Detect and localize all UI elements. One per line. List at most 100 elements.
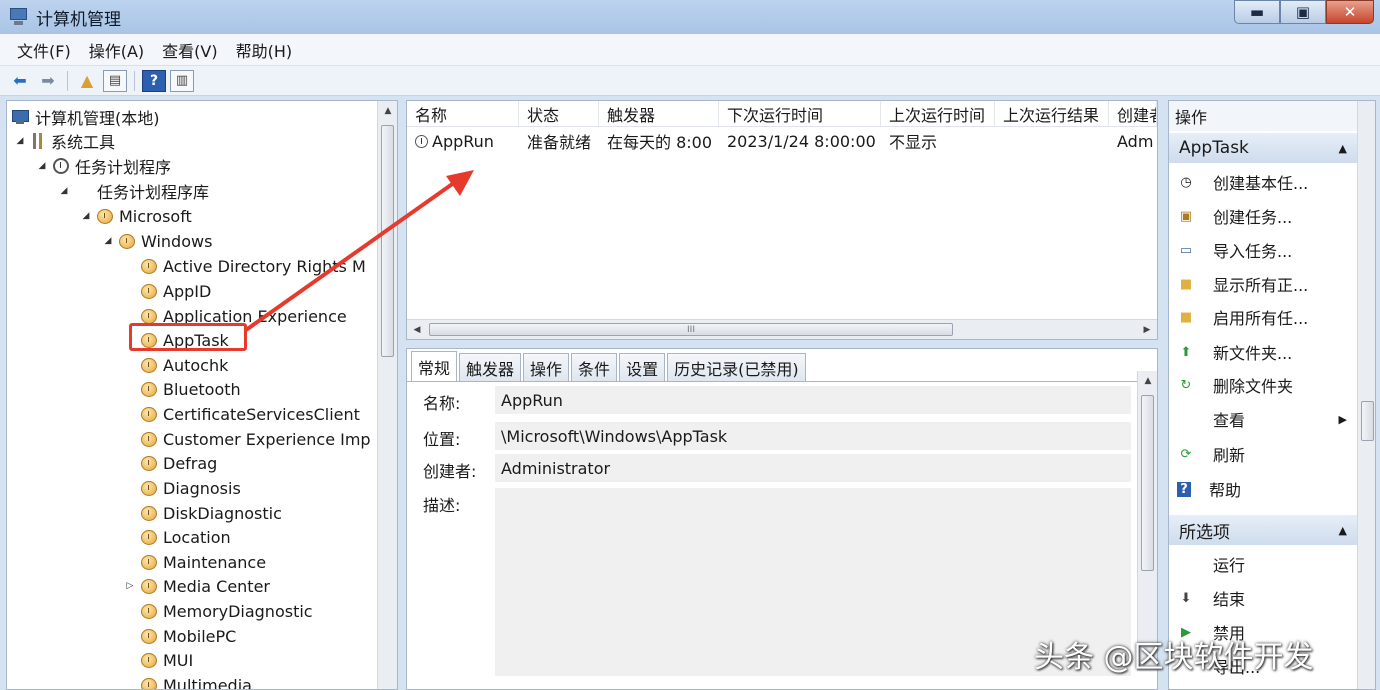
library-icon [75, 183, 91, 199]
tree-item-appid[interactable]: AppID [125, 279, 211, 303]
main-area: 计算机管理(本地) ◢ 系统工具 ◢ 任务计划程序 ◢ 任务计划程序库 ◢ Mi… [0, 96, 1380, 690]
scroll-right-icon[interactable]: ▶ [1137, 320, 1157, 340]
up-folder-icon[interactable]: ▲ [75, 70, 99, 92]
tab-triggers[interactable]: 触发器 [459, 353, 522, 381]
tree-item-task-scheduler[interactable]: ◢ 任务计划程序 [37, 154, 171, 178]
collapse-caret-icon[interactable]: ▲ [1339, 142, 1347, 155]
name-field[interactable]: AppRun [495, 386, 1131, 414]
tab-actions[interactable]: 操作 [523, 353, 570, 381]
column-header-last-run[interactable]: 上次运行时间 [881, 101, 995, 126]
tree-item-label: Multimedia [163, 675, 252, 690]
task-clock-icon [415, 134, 428, 148]
tree-item-mui[interactable]: MUI [125, 648, 193, 672]
task-folder-icon [141, 283, 157, 299]
column-header-next-run[interactable]: 下次运行时间 [719, 101, 881, 126]
tree-item-microsoft[interactable]: ◢ Microsoft [81, 204, 192, 228]
actions-section-selected[interactable]: 所选项 ▲ [1169, 515, 1357, 545]
tab-settings[interactable]: 设置 [619, 353, 666, 381]
expand-twisty-icon[interactable]: ◢ [15, 136, 25, 146]
tree-item-memory-diagnostic[interactable]: MemoryDiagnostic [125, 599, 313, 623]
actions-scrollbar[interactable] [1357, 101, 1375, 689]
actions-section-apptask[interactable]: AppTask ▲ [1169, 133, 1357, 163]
action-new-folder[interactable]: ⬆ 新文件夹... [1169, 337, 1357, 367]
column-header-trigger[interactable]: 触发器 [599, 101, 719, 126]
task-folder-icon [141, 628, 157, 644]
tree-item-computer-management[interactable]: 计算机管理(本地) [11, 105, 160, 129]
properties-icon[interactable]: ▥ [170, 69, 194, 92]
action-enable-all[interactable]: ■ 启用所有任... [1169, 302, 1357, 332]
tree-item-autochk[interactable]: Autochk [125, 353, 228, 377]
tree-item-label: MobilePC [163, 626, 237, 646]
menu-view[interactable]: 查看(V) [153, 38, 226, 62]
scroll-thumb[interactable]: III [429, 323, 953, 336]
maximize-button[interactable]: ▣ [1280, 0, 1326, 24]
tree-item-active-directory[interactable]: Active Directory Rights M [125, 254, 366, 278]
back-arrow-icon[interactable]: ⬅ [8, 70, 32, 92]
tree-item-customer-experience[interactable]: Customer Experience Imp [125, 427, 371, 451]
tree-item-windows[interactable]: ◢ Windows [103, 229, 213, 253]
action-create-basic-task[interactable]: ◷ 创建基本任... [1169, 167, 1357, 197]
collapse-caret-icon[interactable]: ▲ [1339, 524, 1347, 537]
scroll-up-icon[interactable]: ▲ [1138, 371, 1158, 391]
collapsed-twisty-icon[interactable]: ▷ [125, 581, 135, 591]
tree-item-location[interactable]: Location [125, 525, 231, 549]
minimize-button[interactable]: ▬ [1234, 0, 1280, 24]
column-header-name[interactable]: 名称 [407, 101, 519, 126]
location-field[interactable]: \Microsoft\Windows\AppTask [495, 422, 1131, 450]
tree-item-disk-diagnostic[interactable]: DiskDiagnostic [125, 501, 282, 525]
description-label: 描述: [423, 496, 461, 515]
actions-title: 操作 [1169, 101, 1375, 131]
tab-history[interactable]: 历史记录(已禁用) [667, 353, 806, 381]
tree-item-maintenance[interactable]: Maintenance [125, 550, 266, 574]
stop-icon: ⬇ [1180, 590, 1192, 606]
tree-item-multimedia[interactable]: Multimedia [125, 673, 252, 690]
action-show-running[interactable]: ■ 显示所有正... [1169, 269, 1357, 299]
scroll-thumb[interactable] [381, 125, 394, 357]
expand-twisty-icon[interactable]: ◢ [37, 161, 47, 171]
scroll-thumb[interactable] [1141, 395, 1154, 571]
tree-item-system-tools[interactable]: ◢ 系统工具 [15, 129, 115, 153]
expand-twisty-icon[interactable]: ◢ [103, 236, 113, 246]
close-button[interactable]: ✕ [1326, 0, 1374, 24]
scroll-up-icon[interactable]: ▲ [378, 101, 397, 121]
tab-conditions[interactable]: 条件 [571, 353, 618, 381]
tab-general[interactable]: 常规 [411, 351, 458, 381]
column-header-author[interactable]: 创建者 [1109, 101, 1157, 126]
watermark: 头条 @区块软件开发 [1034, 640, 1314, 675]
show-hide-tree-icon[interactable]: ▤ [103, 69, 127, 92]
author-field[interactable]: Administrator [495, 454, 1131, 482]
tree-item-media-center[interactable]: ▷ Media Center [125, 574, 270, 598]
cell-name-text: AppRun [432, 131, 494, 151]
scroll-left-icon[interactable]: ◀ [407, 320, 427, 340]
task-list-hscrollbar[interactable]: ◀ III ▶ [407, 319, 1157, 339]
help-icon[interactable]: ? [142, 69, 166, 92]
action-refresh[interactable]: ⟳ 刷新 [1169, 439, 1357, 469]
action-delete-folder[interactable]: ↻ 删除文件夹 [1169, 370, 1357, 400]
tree-item-certificate-services[interactable]: CertificateServicesClient [125, 402, 360, 426]
table-row[interactable]: AppRun 准备就绪 在每天的 8:00 2023/1/24 8:00:00 … [407, 129, 1157, 153]
forward-arrow-icon[interactable]: ➡ [36, 70, 60, 92]
tree-item-mobilepc[interactable]: MobilePC [125, 624, 236, 648]
menu-help[interactable]: 帮助(H) [227, 38, 302, 62]
menu-file[interactable]: 文件(F) [8, 38, 80, 62]
action-import-task[interactable]: ▭ 导入任务... [1169, 235, 1357, 265]
action-create-task[interactable]: ▣ 创建任务... [1169, 201, 1357, 231]
tree-item-defrag[interactable]: Defrag [125, 451, 217, 475]
action-run[interactable]: 运行 [1169, 549, 1357, 579]
expand-twisty-icon[interactable]: ◢ [59, 186, 69, 196]
tree-scrollbar[interactable]: ▲ [377, 101, 397, 689]
action-end[interactable]: ⬇ 结束 [1169, 583, 1357, 613]
properties-scrollbar[interactable]: ▲ [1137, 371, 1157, 671]
tree-item-bluetooth[interactable]: Bluetooth [125, 377, 241, 401]
column-header-last-result[interactable]: 上次运行结果 [995, 101, 1109, 126]
column-header-status[interactable]: 状态 [519, 101, 599, 126]
action-help[interactable]: ? 帮助 [1169, 474, 1357, 504]
scroll-thumb[interactable] [1361, 401, 1374, 441]
tree-item-label: Microsoft [119, 206, 192, 226]
action-view[interactable]: 查看 ▶ [1169, 404, 1357, 434]
expand-twisty-icon[interactable]: ◢ [81, 211, 91, 221]
menu-action[interactable]: 操作(A) [80, 38, 153, 62]
tree-item-diagnosis[interactable]: Diagnosis [125, 476, 241, 500]
tree-item-task-library[interactable]: ◢ 任务计划程序库 [59, 179, 209, 203]
tree-item-label: Media Center [163, 576, 270, 596]
